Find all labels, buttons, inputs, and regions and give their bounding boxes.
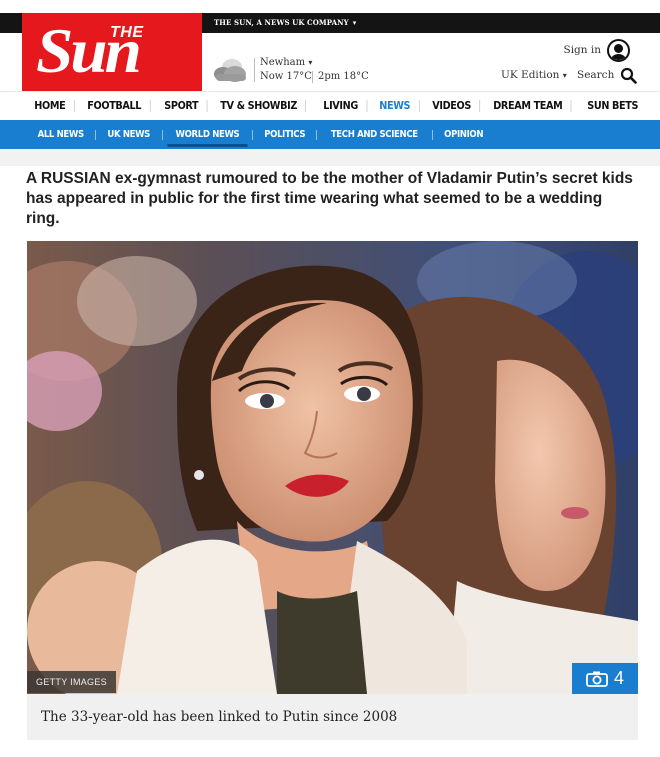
nav-item-label: DREAM TEAM xyxy=(493,100,563,112)
subnav-item-label: POLITICS xyxy=(263,129,305,140)
gallery-button[interactable]: 4 xyxy=(572,663,638,694)
weather-location[interactable]: Newham ▾ xyxy=(260,57,312,68)
subnav-item-politics[interactable]: POLITICS xyxy=(253,120,318,149)
chevron-down-icon: ▾ xyxy=(308,58,313,67)
nav-item-sun-bets[interactable]: SUN BETS xyxy=(579,100,646,112)
gallery-count: 4 xyxy=(613,668,624,688)
subnav-item-label: OPINION xyxy=(443,129,483,140)
subnav-item-world-news[interactable]: WORLD NEWS xyxy=(163,120,253,149)
sub-nav: ALL NEWS UK NEWS WORLD NEWS POLITICS TEC… xyxy=(0,120,660,149)
search-button[interactable]: Search xyxy=(577,66,638,84)
weather-later: 2pm 18°C xyxy=(318,71,369,82)
nav-item-news[interactable]: NEWS xyxy=(371,100,420,112)
nav-item-home[interactable]: HOME xyxy=(26,100,75,112)
weather-separator xyxy=(312,71,313,83)
nav-item-label: VIDEOS xyxy=(431,100,471,112)
sign-in-label: Sign in xyxy=(563,44,602,56)
photo-caption: The 33-year-old has been linked to Putin… xyxy=(27,694,638,740)
nav-item-tv-showbiz[interactable]: TV & SHOWBIZ xyxy=(212,100,307,112)
subnav-item-opinion[interactable]: OPINION xyxy=(433,120,494,149)
photo-illustration xyxy=(27,241,638,694)
weather-divider xyxy=(254,58,255,82)
subnav-item-uk-news[interactable]: UK NEWS xyxy=(96,120,163,149)
subnav-item-label: TECH AND SCIENCE xyxy=(330,129,418,140)
nav-item-label: LIVING xyxy=(322,100,358,112)
nav-item-sport[interactable]: SPORT xyxy=(156,100,208,112)
weather-widget[interactable]: Newham ▾ Now 17°C 2pm 18°C xyxy=(212,56,372,88)
subnav-item-label: UK NEWS xyxy=(107,129,151,140)
edition-label: UK Edition xyxy=(501,69,560,81)
nav-item-label: SUN BETS xyxy=(587,100,638,112)
nav-item-videos[interactable]: VIDEOS xyxy=(424,100,480,112)
search-icon xyxy=(621,67,638,84)
nav-item-dream-team[interactable]: DREAM TEAM xyxy=(485,100,572,112)
nav-shadow-strip xyxy=(0,149,660,166)
weather-now: Now 17°C xyxy=(260,71,312,82)
nav-item-label: SPORT xyxy=(164,100,199,112)
logo-the-text: THE xyxy=(110,24,144,41)
chevron-down-icon: ▾ xyxy=(562,71,567,80)
subnav-item-all-news[interactable]: ALL NEWS xyxy=(26,120,97,149)
the-sun-logo[interactable]: Sun THE xyxy=(22,13,202,91)
user-icon xyxy=(607,38,630,62)
nav-item-living[interactable]: LIVING xyxy=(315,100,367,112)
sign-in-button[interactable]: Sign in xyxy=(563,38,630,62)
weather-location-label: Newham xyxy=(260,57,306,68)
corporate-menu[interactable]: THE SUN, A NEWS UK COMPANY ▾ xyxy=(214,18,356,27)
article-lede: A RUSSIAN ex-gymnast rumoured to be the … xyxy=(26,170,633,227)
edition-selector[interactable]: UK Edition ▾ xyxy=(501,69,567,81)
nav-item-label: HOME xyxy=(34,100,66,112)
subnav-item-tech-and-science[interactable]: TECH AND SCIENCE xyxy=(317,120,433,149)
cloud-icon xyxy=(214,59,246,82)
article-photo[interactable] xyxy=(27,241,638,694)
main-nav: HOME FOOTBALL SPORT TV & SHOWBIZ LIVING … xyxy=(0,91,660,120)
corporate-label: THE SUN, A NEWS UK COMPANY xyxy=(214,18,349,27)
nav-item-label: TV & SHOWBIZ xyxy=(220,100,298,112)
nav-item-football[interactable]: FOOTBALL xyxy=(79,100,151,112)
nav-item-label: FOOTBALL xyxy=(87,100,141,112)
nav-item-label: NEWS xyxy=(379,100,411,112)
subnav-item-label: WORLD NEWS xyxy=(167,129,248,147)
search-label: Search xyxy=(577,69,615,81)
camera-icon xyxy=(586,671,608,687)
chevron-down-icon: ▾ xyxy=(352,18,357,27)
subnav-item-label: ALL NEWS xyxy=(37,129,85,140)
photo-credit: GETTY IMAGES xyxy=(27,671,116,693)
